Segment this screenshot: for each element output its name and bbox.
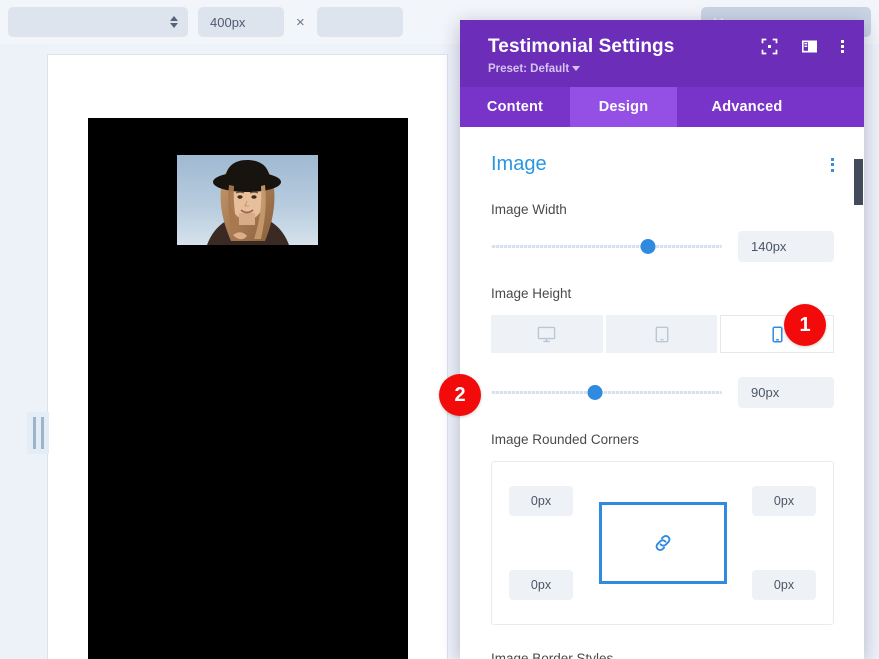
tab-advanced[interactable]: Advanced — [677, 87, 817, 127]
tab-design[interactable]: Design — [570, 87, 677, 127]
image-height-device-tabs — [491, 315, 834, 353]
link-icon — [652, 532, 674, 554]
testimonial-module-preview[interactable] — [88, 118, 408, 659]
annotation-badge-1: 1 — [784, 304, 826, 346]
image-height-input[interactable]: 90px — [738, 377, 834, 408]
builder-screen: 400px × M — [0, 0, 879, 659]
preset-label: Preset: Default — [488, 63, 569, 75]
image-width-control: 140px — [491, 231, 834, 262]
corner-bottom-right-value: 0px — [774, 578, 794, 592]
corner-top-right-input[interactable]: 0px — [752, 486, 816, 516]
modal-header-actions — [761, 38, 844, 55]
image-height-value: 90px — [751, 385, 779, 400]
rounded-corners-control: 0px 0px 0px 0px — [491, 461, 834, 625]
rounded-corners-label: Image Rounded Corners — [491, 432, 834, 447]
chevron-down-icon — [572, 66, 580, 71]
modal-header: Testimonial Settings Preset: Default — [460, 20, 864, 87]
corner-bottom-left-input[interactable]: 0px — [509, 570, 573, 600]
corner-bottom-left-value: 0px — [531, 578, 551, 592]
expand-view-icon[interactable] — [761, 38, 778, 55]
layout-toggle-icon[interactable] — [801, 38, 818, 55]
module-select[interactable] — [8, 7, 188, 37]
modal-tabs: Content Design Advanced — [460, 87, 864, 127]
image-height-slider[interactable] — [491, 385, 722, 401]
modal-scrollbar-thumb[interactable] — [854, 159, 863, 205]
annotation-badge-2: 2 — [439, 374, 481, 416]
corner-top-left-input[interactable]: 0px — [509, 486, 573, 516]
testimonial-image[interactable] — [177, 155, 318, 245]
stepper-arrows-icon[interactable] — [170, 16, 178, 28]
image-width-label: Image Width — [491, 202, 834, 217]
image-width-value: 140px — [751, 239, 786, 254]
modal-body: Image Image Width 140px — [460, 127, 864, 659]
image-width-input[interactable]: 140px — [738, 231, 834, 262]
width-input-value: 400px — [210, 15, 245, 30]
tab-content[interactable]: Content — [460, 87, 570, 127]
height-input[interactable] — [317, 7, 403, 37]
corner-top-left-value: 0px — [531, 494, 551, 508]
modal-scrollbar[interactable] — [853, 127, 864, 659]
canvas-left-gutter — [0, 44, 48, 659]
corner-top-right-value: 0px — [774, 494, 794, 508]
image-height-label: Image Height — [491, 286, 834, 301]
image-width-slider[interactable] — [491, 239, 722, 255]
image-section-header: Image — [491, 153, 834, 176]
link-corners-toggle[interactable] — [599, 502, 727, 584]
more-options-icon[interactable] — [841, 40, 844, 53]
device-tab-desktop[interactable] — [491, 315, 603, 353]
section-more-options-icon[interactable] — [831, 158, 834, 172]
dimension-separator-icon: × — [294, 14, 307, 31]
section-title: Image — [491, 153, 547, 176]
slider-knob[interactable] — [587, 385, 602, 400]
device-tab-tablet[interactable] — [606, 315, 718, 353]
page-canvas — [48, 55, 447, 659]
canvas-resize-handle[interactable] — [27, 412, 49, 454]
image-height-control: 90px — [491, 377, 834, 408]
slider-knob[interactable] — [641, 239, 656, 254]
slider-rail — [491, 245, 722, 248]
width-input[interactable]: 400px — [198, 7, 284, 37]
slider-rail — [491, 391, 722, 394]
corner-bottom-right-input[interactable]: 0px — [752, 570, 816, 600]
image-border-styles-label: Image Border Styles — [491, 647, 834, 659]
preset-dropdown[interactable]: Preset: Default — [488, 63, 842, 75]
